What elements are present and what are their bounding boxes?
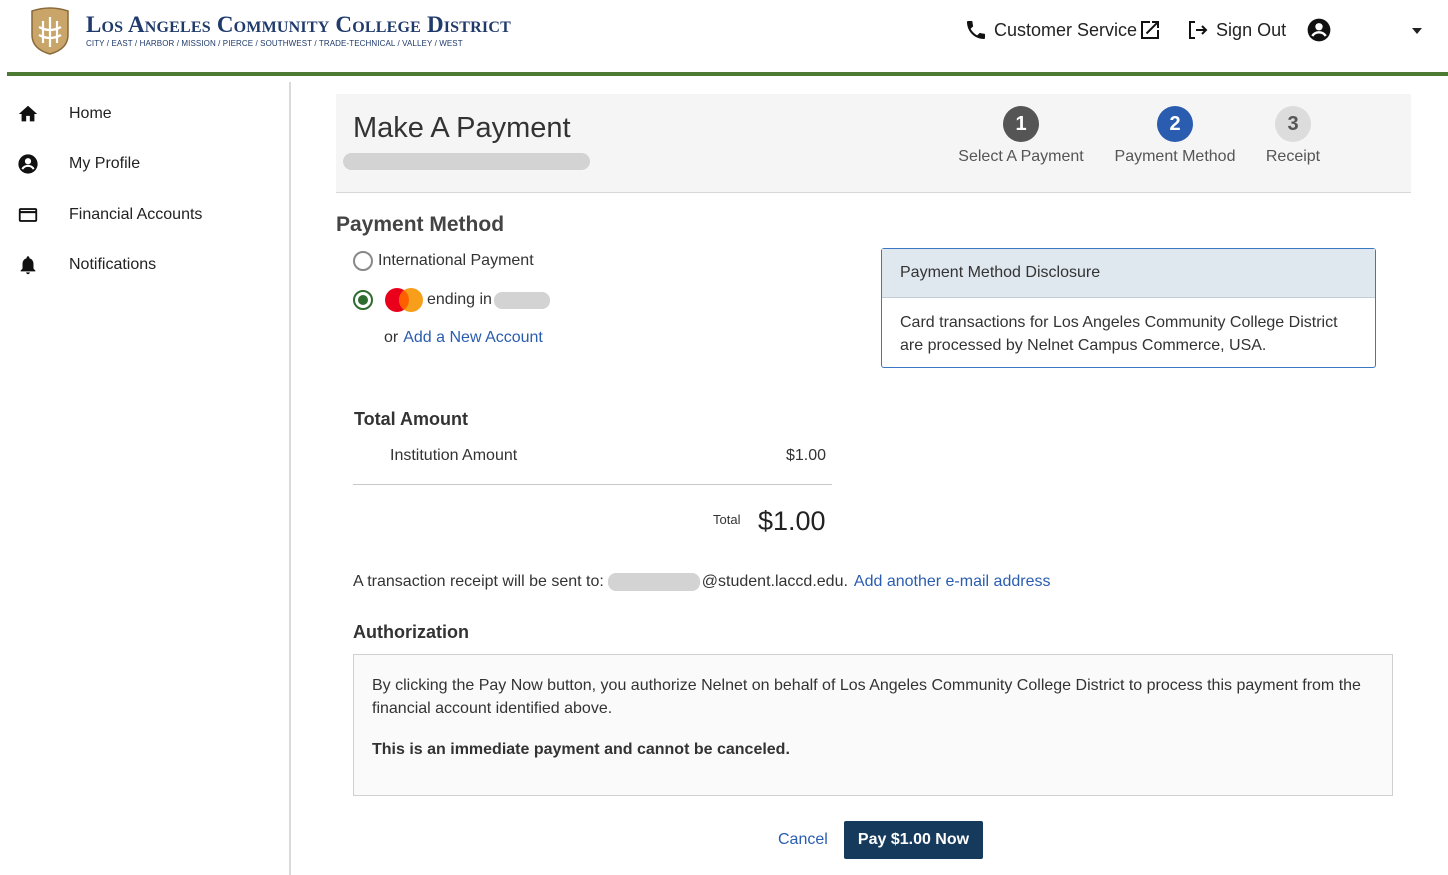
sidebar-item-my-profile[interactable]: My Profile [0,142,289,186]
receipt-email-domain: @student.laccd.edu. [701,573,848,590]
laccd-logo [31,7,69,55]
total-value: $1.00 [758,506,826,536]
authorization-text: By clicking the Pay Now button, you auth… [372,677,1361,717]
brand-subtitle: CITY / EAST / HARBOR / MISSION / PIERCE … [86,39,463,48]
cancel-link[interactable]: Cancel [778,831,828,849]
amount-divider [353,484,832,485]
sidebar-item-label: My Profile [69,155,141,172]
sidebar-item-home[interactable]: Home [0,92,289,136]
sign-out-icon [1189,21,1208,39]
payment-method-heading: Payment Method [336,213,505,236]
institution-amount-value: $1.00 [786,447,827,464]
home-icon [17,103,39,125]
redacted-email-user [607,573,700,591]
total-label: Total [713,512,741,527]
customer-service-link[interactable]: Customer Service [964,18,1162,42]
sidebar-item-label: Home [69,105,112,122]
sign-out-label: Sign Out [1216,19,1287,40]
step-number: 2 [1157,106,1193,142]
account-circle-icon [17,153,39,175]
step-receipt: 3 Receipt [1248,106,1338,166]
sidebar-item-notifications[interactable]: Notifications [0,243,289,287]
page-title: Make A Payment [353,112,571,144]
authorization-heading: Authorization [353,622,469,642]
receipt-notice: A transaction receipt will be sent to: @… [353,573,1050,591]
add-account-row: or Add a New Account [384,329,543,347]
payment-method-disclosure: Payment Method Disclosure Card transacti… [881,248,1376,368]
card-ending-label: ending in [427,291,492,308]
brand-title: Los Angeles Community College District [86,12,511,37]
international-payment-label: International Payment [378,252,534,269]
step-number: 1 [1003,106,1039,142]
step-label: Select A Payment [958,148,1084,165]
sidebar-item-financial-accounts[interactable]: Financial Accounts [0,193,289,237]
disclosure-title: Payment Method Disclosure [882,249,1375,298]
title-card: Make A Payment 1 Select A Payment 2 Paym… [336,94,1411,193]
authorization-box: By clicking the Pay Now button, you auth… [353,654,1393,796]
redacted-card-digits [493,291,550,309]
external-link-icon [1141,21,1160,39]
step-label: Payment Method [1114,148,1236,165]
header-divider [7,72,1448,76]
sidebar-item-label: Notifications [69,256,157,273]
sidebar: Home My Profile Financial Accounts Notif… [0,82,291,875]
disclosure-body: Card transactions for Los Angeles Commun… [900,314,1338,354]
total-amount-heading: Total Amount [354,409,468,429]
international-payment-option[interactable]: International Payment [353,251,534,271]
main-content: Make A Payment 1 Select A Payment 2 Paym… [293,82,1448,875]
or-text: or [384,329,399,346]
header-actions: Customer Service Sign Out [964,17,1332,43]
step-number: 3 [1275,106,1311,142]
bell-icon [17,254,39,276]
brand-block: Los Angeles Community College District C… [86,12,511,48]
step-select-a-payment: 1 Select A Payment [956,106,1086,166]
pay-now-button[interactable]: Pay $1.00 Now [844,821,983,859]
customer-service-label: Customer Service [994,19,1138,40]
credit-card-icon [17,204,39,226]
international-payment-radio[interactable] [353,251,373,271]
add-new-account-link[interactable]: Add a New Account [403,329,543,347]
sidebar-item-label: Financial Accounts [69,206,203,223]
saved-card-option[interactable]: ending in [353,287,550,313]
top-header: Los Angeles Community College District C… [0,0,1448,73]
step-label: Receipt [1265,148,1321,165]
mastercard-icon [385,288,423,312]
authorization-warning: This is an immediate payment and cannot … [372,741,790,758]
add-email-link[interactable]: Add another e-mail address [854,573,1051,591]
institution-amount-label: Institution Amount [390,447,518,464]
sign-out-link[interactable]: Sign Out [1186,18,1286,42]
receipt-prefix: A transaction receipt will be sent to: [353,573,604,590]
account-circle-icon[interactable] [1306,17,1332,43]
saved-card-radio[interactable] [353,290,373,310]
step-payment-method: 2 Payment Method [1110,106,1240,166]
account-dropdown-caret-icon[interactable] [1412,28,1422,34]
redacted-account-name [343,153,590,170]
phone-icon [967,21,985,39]
